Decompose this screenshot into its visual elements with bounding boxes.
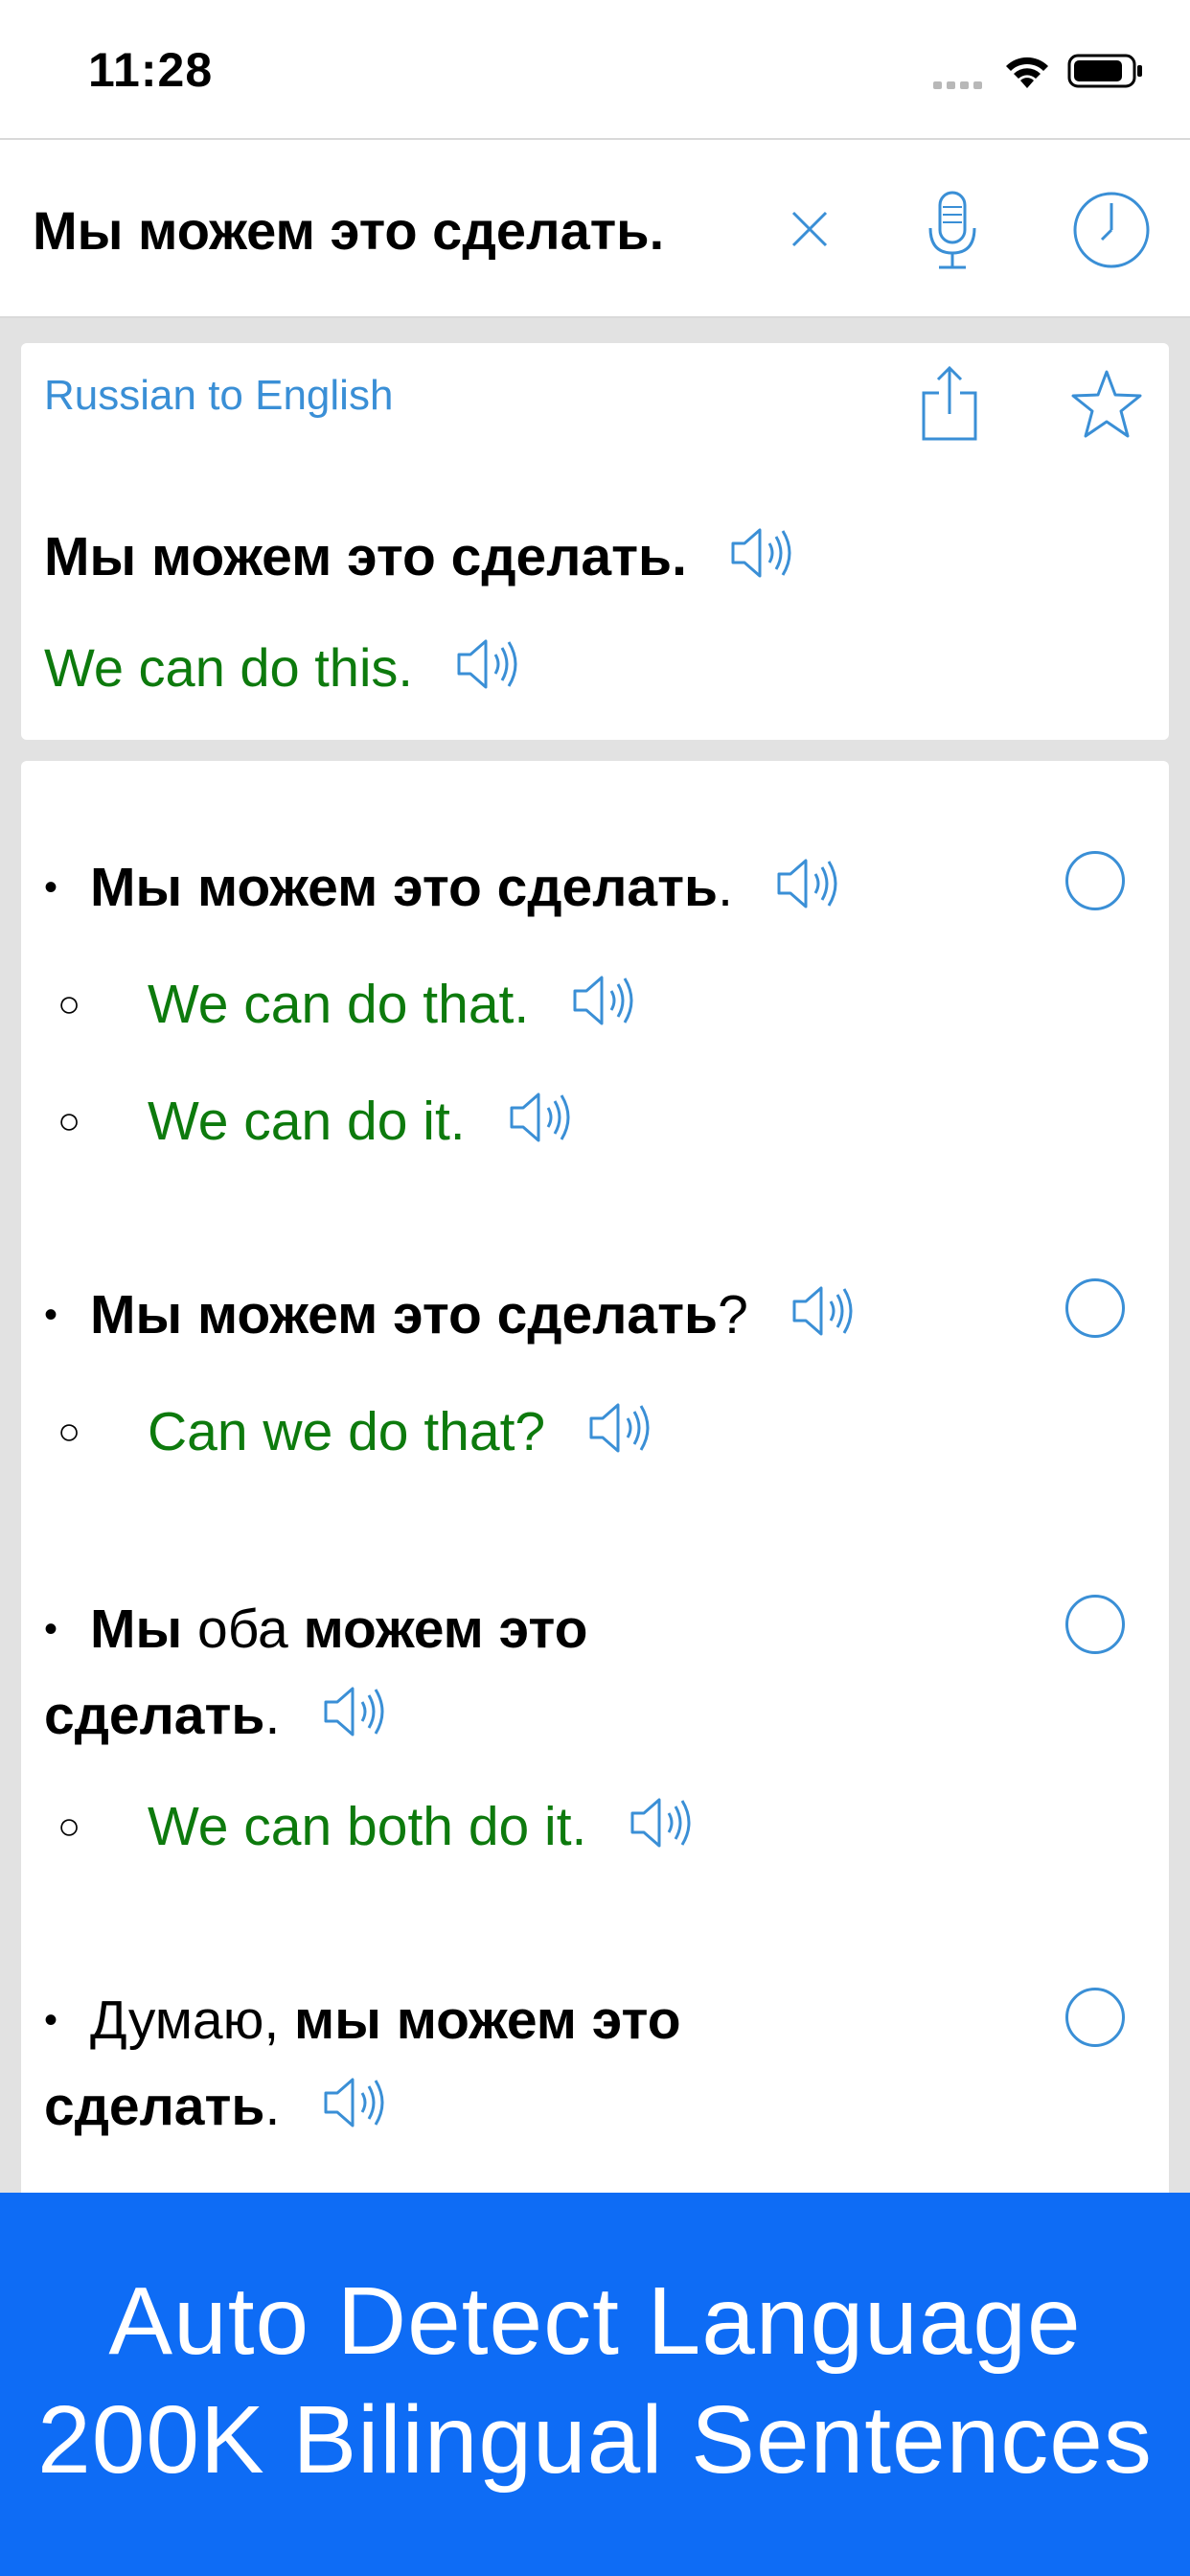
wifi-icon <box>1006 57 1048 88</box>
share-icon[interactable] <box>920 364 979 443</box>
clock-icon[interactable] <box>1071 190 1152 270</box>
promo-banner: Auto Detect Language 200K Bilingual Sent… <box>0 2193 1190 2576</box>
translation-card: Russian to English Мы можем это сделать.… <box>21 343 1169 740</box>
example-translation: ○ We can do that. <box>44 964 1098 1050</box>
search-bar: Мы можем это сделать. <box>0 138 1190 318</box>
example-translation: ○ We can do it. <box>44 1081 1098 1167</box>
select-radio[interactable] <box>1065 1988 1125 2047</box>
speaker-icon[interactable] <box>629 1794 694 1852</box>
speaker-icon[interactable] <box>571 972 636 1029</box>
speaker-icon[interactable] <box>322 2074 387 2131</box>
source-text: Мы можем это сделать. <box>44 526 687 587</box>
list-item: • Мы оба можем это сделать. ○ We can both … <box>44 1589 772 1873</box>
speaker-icon[interactable] <box>587 1399 652 1457</box>
translation-text: We can do this. <box>44 637 413 698</box>
speaker-icon[interactable] <box>775 855 840 912</box>
example-source: • Мы можем это сделать? <box>44 1275 1098 1361</box>
list-item: • Думаю, мы можем это сделать. <box>44 1980 811 2147</box>
select-radio[interactable] <box>1065 1595 1125 1654</box>
cellular-signal-icon <box>933 77 989 89</box>
close-icon[interactable] <box>786 205 834 253</box>
select-radio[interactable] <box>1065 1278 1125 1338</box>
battery-icon <box>1067 54 1142 88</box>
banner-subheadline: 200K Bilingual Sentences <box>37 2386 1153 2494</box>
status-time: 11:28 <box>88 43 214 97</box>
banner-headline: Auto Detect Language <box>108 2267 1082 2375</box>
star-icon[interactable] <box>1069 368 1144 441</box>
list-item: • Мы можем это сделать? ○ Can we do that? <box>44 1275 1098 1478</box>
example-source: • Мы оба можем это сделать. <box>44 1598 588 1746</box>
example-source: • Думаю, мы можем это сделать. <box>44 1990 681 2137</box>
status-bar: 11:28 <box>0 0 1190 138</box>
search-input[interactable]: Мы можем это сделать. <box>33 199 664 262</box>
speaker-icon[interactable] <box>322 1683 387 1740</box>
select-radio[interactable] <box>1065 851 1125 910</box>
language-direction: Russian to English <box>44 372 394 419</box>
translated-sentence: We can do this. <box>44 636 520 701</box>
microphone-icon[interactable] <box>924 190 981 272</box>
example-source: • Мы можем это сделать. <box>44 847 1098 933</box>
example-translation: ○ We can both do it. <box>44 1786 772 1873</box>
speaker-icon[interactable] <box>729 524 794 582</box>
speaker-icon[interactable] <box>455 635 520 693</box>
speaker-icon[interactable] <box>790 1282 856 1340</box>
source-sentence: Мы можем это сделать. <box>44 525 794 589</box>
speaker-icon[interactable] <box>508 1089 573 1146</box>
list-item: • Мы можем это сделать. ○ We can do that. … <box>44 847 1098 1167</box>
example-translation: ○ Can we do that? <box>44 1392 1098 1478</box>
